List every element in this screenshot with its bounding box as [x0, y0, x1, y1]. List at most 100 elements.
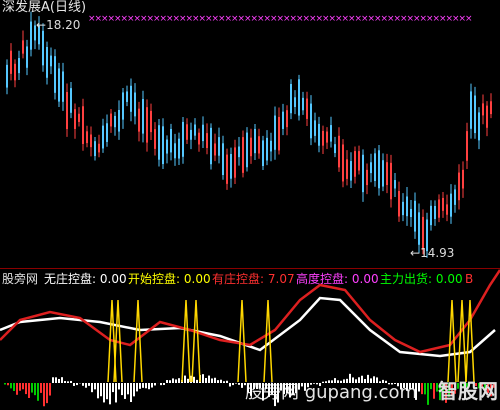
- candle-body: [226, 154, 228, 184]
- candle-body: [178, 138, 180, 159]
- histogram-bar: [118, 383, 120, 390]
- candle-body: [70, 88, 72, 113]
- histogram-bar: [121, 383, 123, 396]
- candle-body: [386, 162, 388, 186]
- candle-body: [482, 103, 484, 116]
- candle-body: [366, 169, 368, 186]
- candle-body: [302, 97, 304, 111]
- candle-body: [138, 108, 140, 132]
- panel-divider: [0, 268, 500, 269]
- candle-body: [134, 92, 136, 117]
- candle-body: [446, 204, 448, 215]
- histogram-bar: [148, 383, 150, 390]
- candle-body: [458, 172, 460, 201]
- candle-body: [234, 147, 236, 178]
- candle-body: [106, 123, 108, 142]
- histogram-bar: [109, 383, 111, 405]
- histogram-bar: [178, 378, 180, 383]
- histogram-bar: [7, 383, 9, 386]
- histogram-bar: [106, 383, 108, 400]
- histogram-bar: [31, 383, 33, 393]
- histogram-bar: [214, 377, 216, 383]
- signal-markers: ××××××××××××××××××××××××××××××××××××××××…: [88, 14, 473, 24]
- candle-body: [126, 91, 128, 102]
- candle-body: [182, 121, 184, 157]
- candle-body: [202, 124, 204, 142]
- candle-body: [318, 123, 320, 146]
- histogram-bar: [226, 380, 228, 383]
- control-spike: [465, 299, 475, 383]
- candle-body: [26, 46, 28, 68]
- legend-item-2: 开始控盘: 0.00: [128, 272, 211, 286]
- candle-body: [194, 124, 196, 136]
- candle-body: [338, 135, 340, 168]
- candle-body: [98, 143, 100, 153]
- histogram-bar: [217, 380, 219, 383]
- candle-body: [102, 125, 104, 149]
- candle-body: [346, 159, 348, 179]
- histogram-bar: [160, 383, 162, 386]
- histogram-bar: [130, 383, 132, 403]
- candle-body: [262, 140, 264, 167]
- control-spike: [181, 299, 191, 383]
- candle-body: [306, 98, 308, 119]
- kline-chart[interactable]: ××××××××××××××××××××××××××××××××××××××××…: [0, 0, 500, 410]
- candle-body: [326, 131, 328, 143]
- histogram-bar: [211, 378, 213, 383]
- histogram-bar: [424, 383, 426, 395]
- candle-body: [402, 201, 404, 216]
- candle-body: [14, 63, 16, 81]
- histogram-bar: [166, 380, 168, 383]
- candle-body: [322, 130, 324, 146]
- candle-body: [478, 112, 480, 141]
- histogram-bar: [427, 383, 429, 405]
- signal-marker: ×: [465, 14, 473, 24]
- histogram-bar: [76, 383, 78, 386]
- candle-body: [30, 21, 32, 50]
- candle-body: [462, 169, 464, 189]
- candle-body: [162, 126, 164, 165]
- histogram-bar: [43, 383, 45, 407]
- candle-body: [242, 137, 244, 173]
- candle-body: [54, 56, 56, 93]
- candle-body: [394, 180, 396, 189]
- histogram-bar: [238, 383, 240, 385]
- histogram-bar: [232, 383, 234, 386]
- candle-body: [130, 85, 132, 112]
- histogram-bar: [202, 374, 204, 383]
- candle-body: [74, 109, 76, 129]
- histogram-bar: [184, 375, 186, 383]
- histogram-bar: [64, 381, 66, 383]
- histogram-bar: [142, 383, 144, 388]
- candle-body: [398, 191, 400, 217]
- candle-body: [258, 136, 260, 154]
- histogram-bar: [70, 380, 72, 383]
- candle-body: [82, 106, 84, 144]
- candle-body: [50, 55, 52, 67]
- candle-body: [314, 120, 316, 136]
- histogram-bar: [163, 383, 165, 385]
- candle-body: [90, 134, 92, 148]
- histogram-bar: [40, 383, 42, 393]
- histogram-bar: [169, 380, 171, 383]
- candlesticks: [6, 11, 492, 258]
- candle-body: [362, 154, 364, 193]
- scroll-mark[interactable]: B: [465, 271, 473, 287]
- indicator-legend: 股旁网 无庄控盘: 0.00 开始控盘: 0.00 有庄控盘: 7.07 高度控…: [0, 271, 500, 287]
- histogram-bar: [82, 383, 84, 386]
- candle-body: [78, 113, 80, 122]
- candle-body: [342, 144, 344, 182]
- candle-body: [390, 162, 392, 200]
- histogram-bar: [100, 383, 102, 397]
- candle-body: [254, 128, 256, 154]
- candle-body: [282, 111, 284, 129]
- histogram-bar: [34, 383, 36, 396]
- candle-body: [454, 189, 456, 205]
- candle-body: [114, 115, 116, 128]
- candle-body: [486, 105, 488, 128]
- candle-body: [354, 151, 356, 177]
- candle-body: [210, 127, 212, 165]
- candle-body: [18, 58, 20, 74]
- histogram-bar: [94, 383, 96, 390]
- candle-body: [118, 110, 120, 132]
